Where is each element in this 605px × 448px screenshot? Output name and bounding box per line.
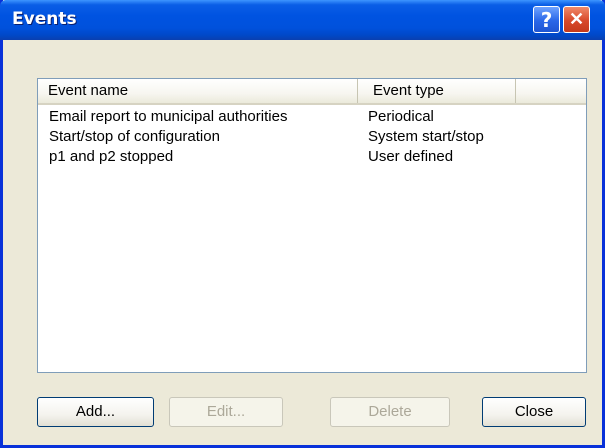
question-mark-icon: ? <box>540 7 553 32</box>
delete-button[interactable]: Delete <box>330 397 450 427</box>
list-item[interactable]: Start/stop of configuration System start… <box>38 127 586 147</box>
event-type-cell: User defined <box>368 148 454 165</box>
list-item[interactable]: p1 and p2 stopped User defined <box>38 147 586 167</box>
title-bar[interactable]: Events ? ✕ <box>0 0 605 40</box>
close-icon: ✕ <box>568 9 585 29</box>
event-type-cell: Periodical <box>368 108 434 125</box>
list-body: Email report to municipal authorities Pe… <box>38 107 586 167</box>
column-header-event-type[interactable]: Event type <box>358 79 516 103</box>
list-header: Event name Event type <box>38 79 586 105</box>
event-type-cell: System start/stop <box>368 128 484 145</box>
column-header-event-name[interactable]: Event name <box>38 79 358 103</box>
edit-button[interactable]: Edit... <box>169 397 283 427</box>
events-dialog: Events ? ✕ Event name Event type Email r… <box>0 0 605 448</box>
close-window-button[interactable]: ✕ <box>563 6 590 33</box>
event-name-cell: p1 and p2 stopped <box>49 148 174 165</box>
help-button[interactable]: ? <box>533 6 560 33</box>
event-name-cell: Start/stop of configuration <box>49 128 220 145</box>
events-list[interactable]: Event name Event type Email report to mu… <box>37 78 587 373</box>
window-title: Events <box>12 9 77 29</box>
event-name-cell: Email report to municipal authorities <box>49 108 288 125</box>
add-button[interactable]: Add... <box>37 397 154 427</box>
close-button[interactable]: Close <box>482 397 586 427</box>
list-item[interactable]: Email report to municipal authorities Pe… <box>38 107 586 127</box>
